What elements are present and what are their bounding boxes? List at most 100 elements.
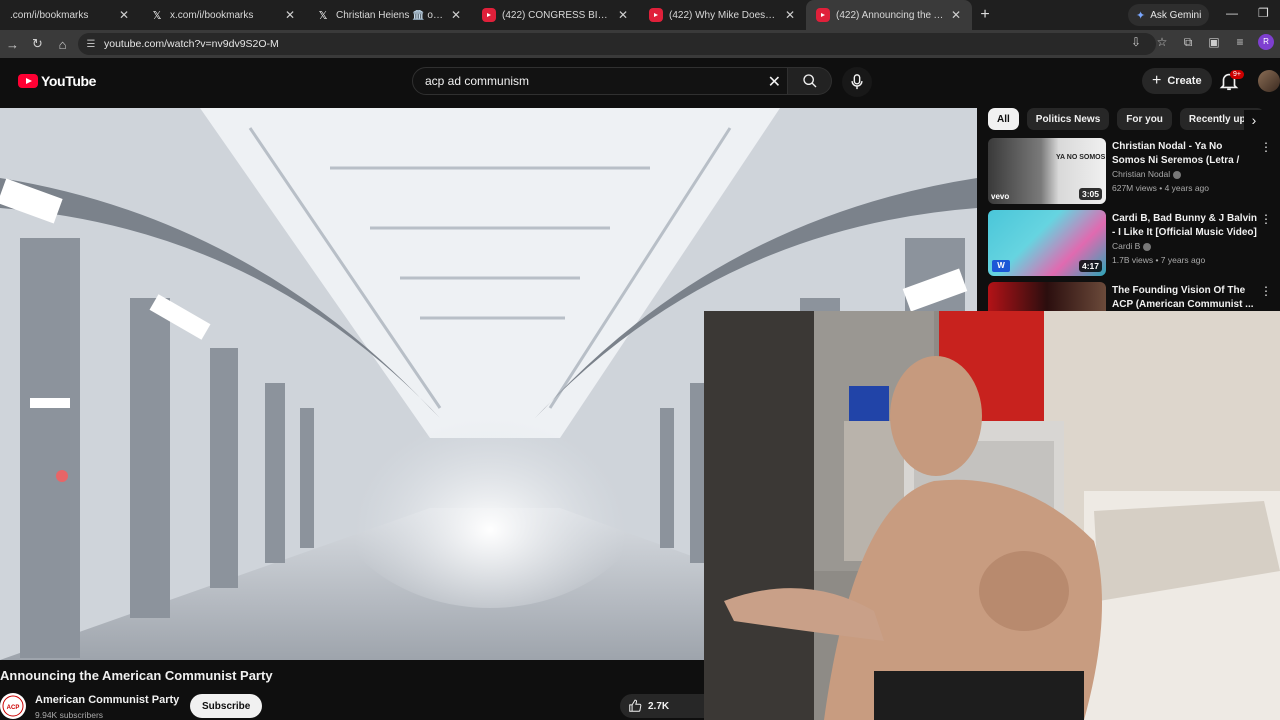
browser-tab[interactable]: .com/i/bookmarks ✕ — [0, 0, 140, 30]
subscriber-count: 9.94K subscribers — [35, 710, 104, 720]
address-bar[interactable]: ☰ youtube.com/watch?v=nv9dv9S2O-M — [78, 33, 1156, 55]
video-title: Announcing the American Communist Party — [0, 668, 273, 683]
recommendation-meta: 627M views • 4 years ago — [1112, 183, 1209, 193]
search-button[interactable] — [788, 67, 832, 95]
recommendation-title: Cardi B, Bad Bunny & J Balvin - I Like I… — [1112, 213, 1258, 238]
more-options-icon[interactable]: ⋮ — [1260, 212, 1272, 226]
chip-politics-news[interactable]: Politics News — [1026, 108, 1110, 130]
site-info-icon[interactable]: ☰ — [84, 39, 98, 50]
tab-title: (422) Announcing the American — [836, 9, 944, 21]
reading-list-icon[interactable]: ≡ — [1232, 35, 1248, 49]
home-icon[interactable]: ⌂ — [50, 37, 75, 52]
webcam-overlay — [704, 311, 1280, 720]
video-thumbnail[interactable]: W 4:17 — [988, 210, 1106, 276]
tab-title: (422) Why Mike Doesn't Trust M — [669, 9, 778, 21]
channel-label: Christian Nodal — [1112, 169, 1171, 179]
ask-gemini-button[interactable]: ✦ Ask Gemini — [1128, 4, 1210, 26]
create-button[interactable]: + Create — [1142, 68, 1212, 94]
more-options-icon[interactable]: ⋮ — [1260, 140, 1272, 154]
youtube-icon — [816, 8, 830, 22]
webcam-feed-image — [704, 311, 1280, 720]
acp-logo-icon: ACP — [2, 695, 24, 717]
screen: .com/i/bookmarks ✕ 𝕏 x.com/i/bookmarks ✕… — [0, 0, 1280, 720]
recommendation-title: Christian Nodal - Ya No Somos Ni Seremos… — [1112, 141, 1240, 166]
youtube-icon — [482, 8, 496, 22]
browser-tab-active[interactable]: (422) Announcing the American ✕ — [806, 0, 972, 30]
recommendation-item[interactable]: W 4:17 Cardi B, Bad Bunny & J Balvin - I… — [988, 210, 1280, 276]
channel-label: Cardi B — [1112, 241, 1141, 251]
toolbar-actions: ⇩ ☆ ⧉ ▣ ≡ R — [1128, 34, 1280, 50]
browser-tab[interactable]: (422) CONGRESS BILL AGAINST ✕ — [472, 0, 639, 30]
channel-name[interactable]: American Communist Party — [35, 694, 179, 706]
tab-close-icon[interactable]: ✕ — [784, 8, 796, 22]
subscribe-button[interactable]: Subscribe — [190, 694, 263, 718]
youtube-icon — [649, 8, 663, 22]
recommendation-title: The Founding Vision Of The ACP (American… — [1112, 285, 1254, 310]
like-count: 2.7K — [648, 700, 670, 712]
chip-for-you[interactable]: For you — [1117, 108, 1172, 130]
clear-search-icon[interactable]: ✕ — [768, 72, 781, 92]
filter-chips: All Politics News For you Recently uplo — [988, 108, 1280, 130]
split-view-icon[interactable]: ▣ — [1206, 35, 1222, 49]
tab-close-icon[interactable]: ✕ — [450, 8, 462, 22]
browser-toolbar: → ↻ ⌂ ☰ youtube.com/watch?v=nv9dv9S2O-M … — [0, 30, 1280, 58]
reload-icon[interactable]: ↻ — [25, 36, 50, 52]
tab-title: (422) CONGRESS BILL AGAINST — [502, 9, 611, 21]
search-box: ✕ — [412, 67, 788, 95]
browser-tab-strip: .com/i/bookmarks ✕ 𝕏 x.com/i/bookmarks ✕… — [0, 0, 1280, 30]
tab-close-icon[interactable]: ✕ — [284, 8, 296, 22]
gemini-label: Ask Gemini — [1150, 9, 1202, 21]
browser-tab[interactable]: (422) Why Mike Doesn't Trust M ✕ — [639, 0, 806, 30]
verified-icon — [1173, 170, 1182, 179]
tab-title: .com/i/bookmarks — [10, 9, 89, 21]
recommendation-channel: Christian Nodal — [1112, 169, 1182, 179]
install-app-icon[interactable]: ⇩ — [1128, 35, 1144, 49]
microphone-icon — [851, 74, 863, 90]
more-options-icon[interactable]: ⋮ — [1260, 284, 1272, 298]
vevo-logo: vevo — [991, 192, 1010, 201]
video-duration: 4:17 — [1078, 260, 1102, 272]
x-icon: 𝕏 — [318, 9, 328, 22]
youtube-logo[interactable]: YouTube — [18, 73, 96, 89]
x-icon: 𝕏 — [152, 9, 162, 22]
youtube-play-icon — [18, 74, 38, 88]
restore-icon[interactable]: ❐ — [1258, 6, 1269, 20]
browser-tab[interactable]: 𝕏 x.com/i/bookmarks ✕ — [140, 0, 306, 30]
voice-search-button[interactable] — [842, 67, 872, 97]
chip-all[interactable]: All — [988, 108, 1019, 130]
profile-avatar[interactable]: R — [1258, 34, 1274, 50]
notification-badge: 9+ — [1230, 70, 1244, 79]
url-text: youtube.com/watch?v=nv9dv9S2O-M — [104, 38, 279, 50]
new-tab-icon[interactable]: + — [972, 6, 998, 24]
tab-title: x.com/i/bookmarks — [170, 9, 254, 21]
recommendation-channel: Cardi B — [1112, 241, 1152, 251]
gemini-icon: ✦ — [1136, 9, 1146, 22]
extensions-icon[interactable]: ⧉ — [1180, 35, 1196, 50]
recommendation-item[interactable]: YA NO SOMOS vevo 3:05 Christian Nodal - … — [988, 138, 1280, 204]
channel-avatar[interactable]: ACP — [0, 693, 26, 719]
youtube-header: YouTube ✕ + Create 9+ — [0, 58, 1280, 106]
bookmark-star-icon[interactable]: ☆ — [1154, 35, 1170, 49]
thumbs-up-icon — [629, 699, 642, 712]
create-label: Create — [1167, 75, 1202, 87]
forward-icon[interactable]: → — [0, 37, 25, 52]
tab-close-icon[interactable]: ✕ — [118, 8, 130, 22]
account-avatar[interactable] — [1258, 70, 1280, 92]
search-icon — [802, 74, 816, 88]
tab-close-icon[interactable]: ✕ — [617, 8, 629, 22]
youtube-wordmark: YouTube — [41, 73, 97, 89]
chevron-right-icon[interactable]: › — [1244, 110, 1264, 130]
tab-title: Christian Heiens 🏛️ on X: "It's t — [336, 9, 444, 21]
like-button[interactable]: 2.7K — [620, 694, 708, 718]
recommendation-meta: 1.7B views • 7 years ago — [1112, 255, 1206, 265]
plus-icon: + — [1152, 72, 1162, 89]
browser-tab[interactable]: 𝕏 Christian Heiens 🏛️ on X: "It's t ✕ — [306, 0, 472, 30]
minimize-icon[interactable]: — — [1226, 6, 1238, 20]
thumbnail-text: YA NO SOMOS — [1056, 154, 1106, 161]
video-duration: 3:05 — [1078, 188, 1102, 200]
search-input[interactable] — [425, 74, 755, 88]
tab-close-icon[interactable]: ✕ — [950, 8, 962, 22]
channel-icon-text: ACP — [7, 705, 20, 711]
verified-icon — [1143, 242, 1152, 251]
video-thumbnail[interactable]: YA NO SOMOS vevo 3:05 — [988, 138, 1106, 204]
